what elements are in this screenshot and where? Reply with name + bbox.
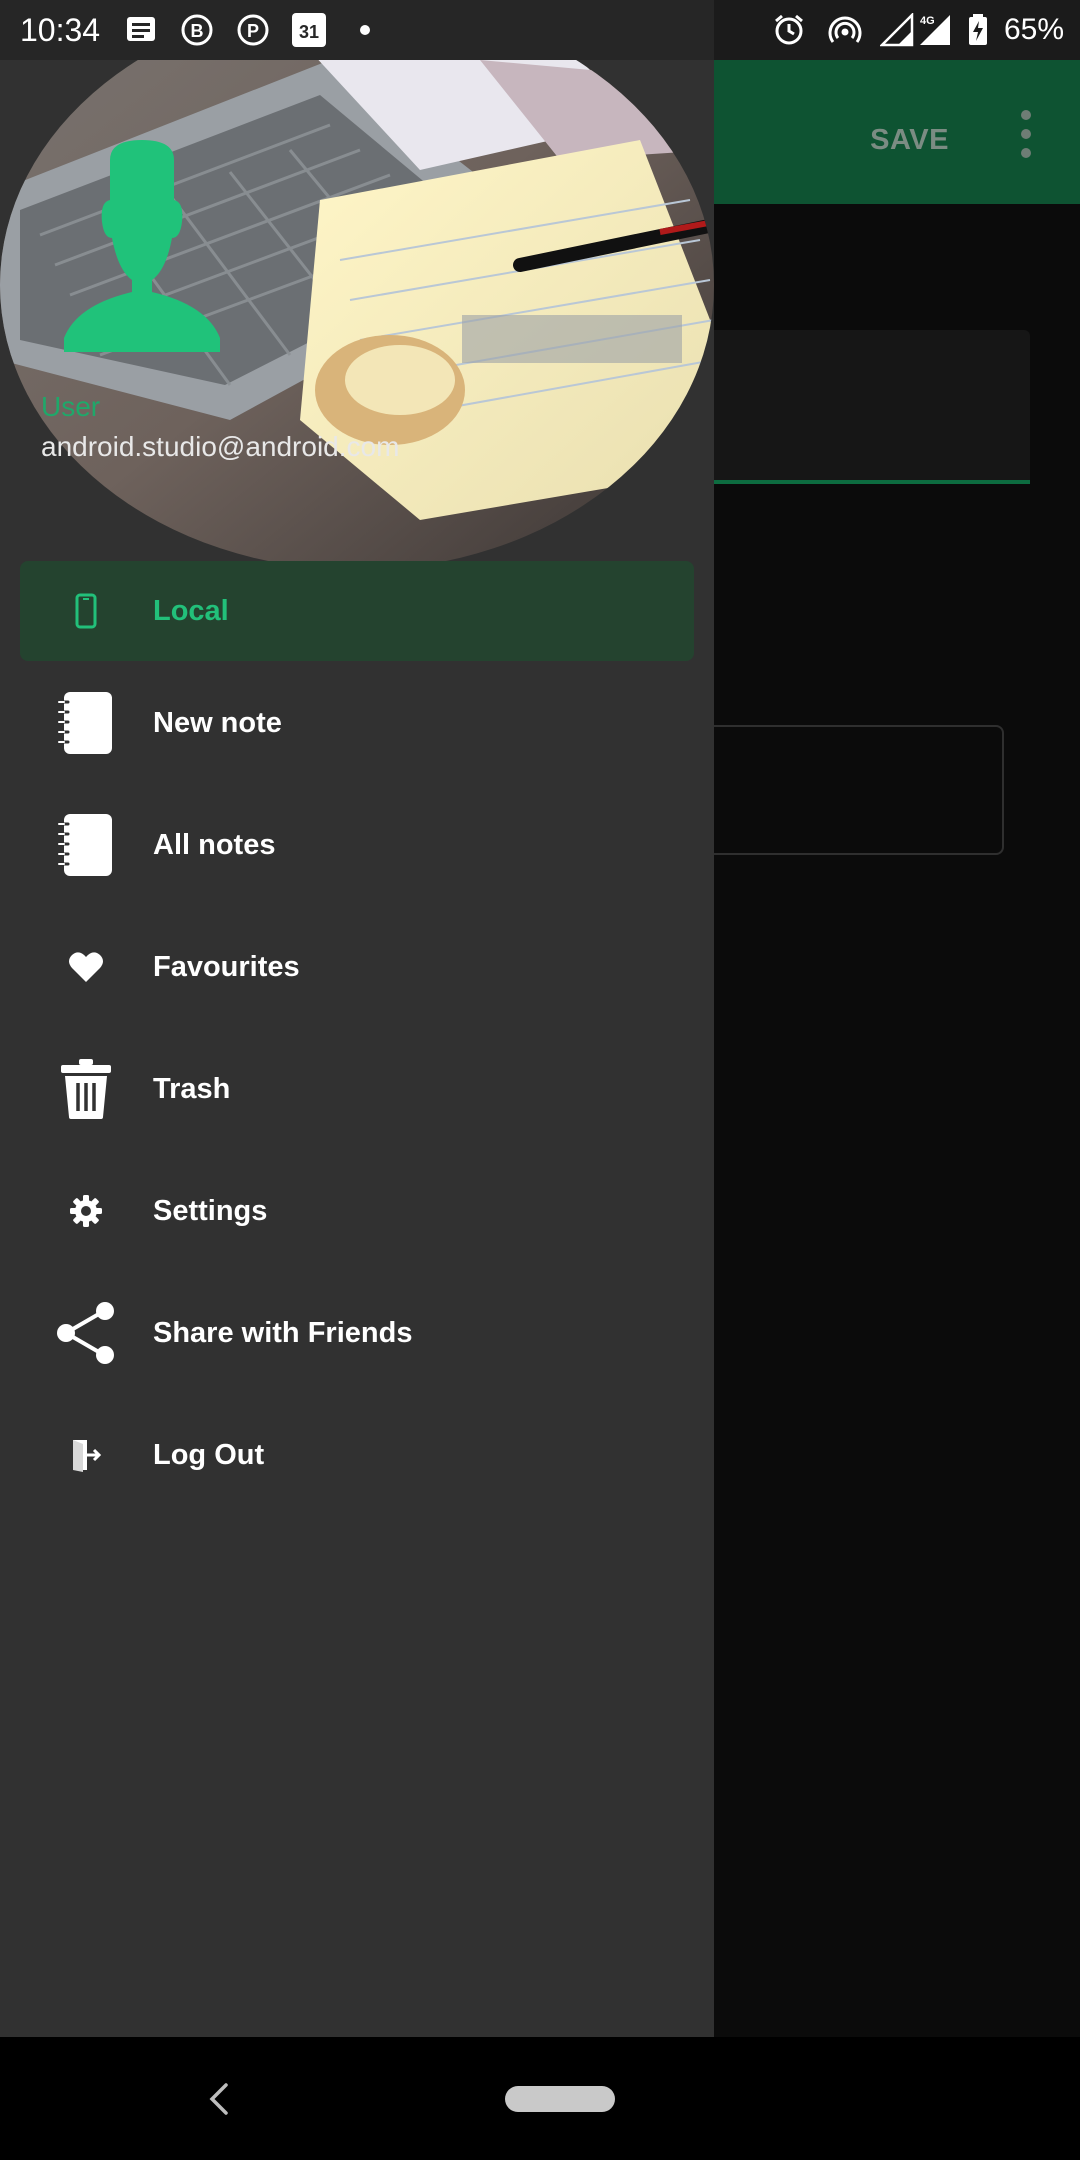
alarm-icon: [775, 14, 803, 45]
user-name: User: [41, 391, 101, 422]
home-pill[interactable]: [505, 2086, 615, 2112]
notebook-icon: [50, 814, 122, 876]
phone-icon: [50, 580, 122, 642]
drawer-item-logout[interactable]: Log Out: [0, 1394, 714, 1516]
hotspot-icon: [828, 16, 862, 43]
drawer-item-label: Share with Friends: [153, 1317, 413, 1349]
drawer-item-settings[interactable]: Settings: [0, 1150, 714, 1272]
heart-icon: [50, 936, 122, 998]
messages-icon: [127, 17, 155, 41]
calendar-icon: 31: [292, 13, 326, 47]
save-button[interactable]: SAVE: [870, 118, 949, 162]
drawer-item-new-note[interactable]: New note: [0, 662, 714, 784]
logout-icon: [50, 1424, 122, 1486]
dot-icon: [360, 25, 370, 35]
system-nav-bar: [0, 2037, 1080, 2160]
drawer-item-label: Settings: [153, 1195, 268, 1227]
battery-percent: 65%: [1003, 13, 1064, 46]
drawer-item-label: Log Out: [153, 1439, 265, 1471]
drawer-item-trash[interactable]: Trash: [0, 1028, 714, 1150]
drawer-item-local[interactable]: Local: [0, 540, 714, 662]
network-type: 4G: [920, 15, 935, 27]
status-time: 10:34: [20, 12, 101, 48]
gear-icon: [50, 1180, 122, 1242]
avatar[interactable]: [62, 140, 222, 352]
drawer-item-label: Favourites: [153, 951, 300, 983]
back-icon[interactable]: [200, 2077, 240, 2121]
signal-4g-icon: 4G: [920, 15, 950, 45]
svg-text:B: B: [191, 21, 204, 41]
navigation-drawer: User android.studio@android.com Local Ne…: [0, 60, 714, 2037]
share-icon: [50, 1302, 122, 1364]
signal-icon: [880, 13, 914, 47]
user-email: android.studio@android.com: [41, 431, 400, 462]
drawer-item-label: New note: [153, 707, 282, 739]
pinterest-icon: P: [237, 14, 269, 46]
drawer-menu: Local New note All notes Favourites Tras…: [0, 540, 714, 1516]
note-body-box[interactable]: [690, 725, 1004, 855]
overflow-menu-icon[interactable]: [1012, 110, 1040, 170]
drawer-item-favourites[interactable]: Favourites: [0, 906, 714, 1028]
drawer-item-all-notes[interactable]: All notes: [0, 784, 714, 906]
drawer-item-label: Local: [153, 595, 229, 627]
note-title-field[interactable]: [700, 330, 1030, 484]
b-icon: B: [181, 14, 213, 46]
drawer-item-label: All notes: [153, 829, 276, 861]
drawer-item-share[interactable]: Share with Friends: [0, 1272, 714, 1394]
svg-text:P: P: [247, 21, 259, 41]
status-bar: 10:34 B P 31 4G 65%: [0, 0, 1080, 60]
battery-icon: [969, 14, 987, 45]
trash-icon: [50, 1058, 122, 1120]
notebook-icon: [50, 692, 122, 754]
drawer-item-label: Trash: [153, 1073, 231, 1105]
